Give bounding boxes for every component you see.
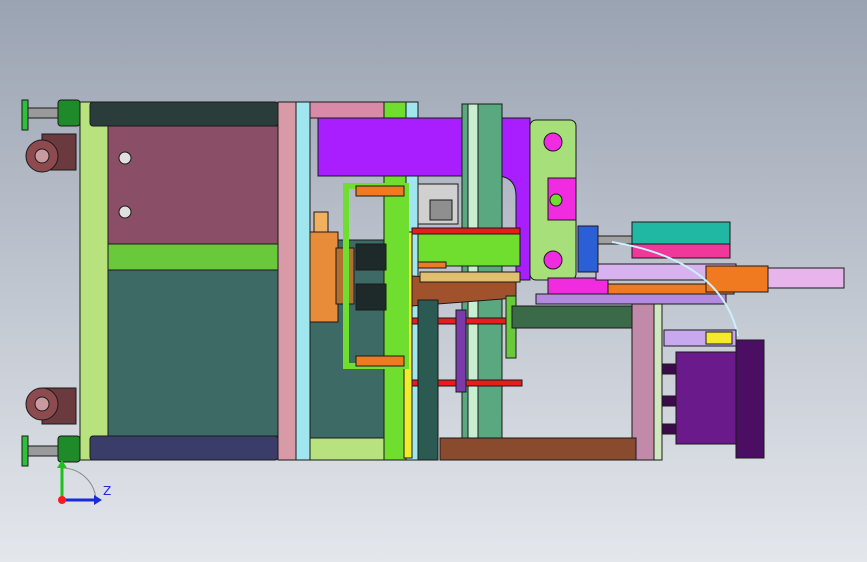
caster-wheel-bottom — [25, 387, 77, 425]
leveling-foot-bottom — [21, 435, 81, 467]
caster-wheel-top — [25, 133, 77, 173]
gripper-face — [429, 199, 453, 221]
rod-violet — [455, 309, 467, 393]
plate-green-bottom — [309, 437, 385, 461]
bolt — [543, 250, 563, 270]
frame-column-left — [79, 101, 109, 461]
motor-stub — [661, 363, 677, 375]
table-leg-right — [653, 299, 663, 461]
cad-viewport[interactable]: Z — [0, 0, 867, 562]
sensor-box-teal — [631, 221, 731, 245]
panel-hole — [118, 151, 132, 165]
motor-flange — [735, 339, 765, 459]
table-leg — [631, 299, 657, 461]
carriage-base — [535, 293, 727, 305]
arm-orange-bottom — [355, 355, 405, 367]
sensor-box-magenta — [631, 243, 731, 259]
motor-body-purple — [675, 351, 737, 445]
bolt — [543, 132, 563, 152]
crossbar-green — [107, 243, 281, 271]
table-bottom-rail — [439, 437, 637, 461]
rod-red — [411, 227, 521, 235]
panel-teal — [107, 269, 279, 437]
lime-slide — [417, 231, 521, 267]
bolt — [549, 193, 563, 207]
mount-bracket-blue — [577, 225, 599, 273]
lower-pad — [419, 271, 521, 283]
plate-pink-top — [309, 101, 385, 119]
panel-hole — [118, 205, 132, 219]
rod-red-orange — [417, 261, 447, 269]
triad-z-label: Z — [103, 484, 112, 498]
block-black — [355, 283, 387, 311]
leveling-foot-top — [21, 99, 81, 131]
machine-assembly-drawing — [21, 99, 845, 467]
frame-rail-bottom — [89, 435, 279, 461]
motor-stub — [661, 423, 677, 435]
block-black — [355, 243, 387, 271]
frame-rail-top — [89, 101, 279, 127]
motor-mount-yellow — [705, 331, 733, 345]
arm-orange-top — [355, 185, 405, 197]
column-dark-green — [417, 299, 439, 461]
column-pink — [277, 101, 297, 461]
actuator-orange — [705, 265, 769, 293]
actuator-rod — [767, 267, 845, 289]
motor-stub — [661, 395, 677, 407]
panel-wine — [107, 125, 279, 245]
column-cyan — [295, 101, 311, 461]
